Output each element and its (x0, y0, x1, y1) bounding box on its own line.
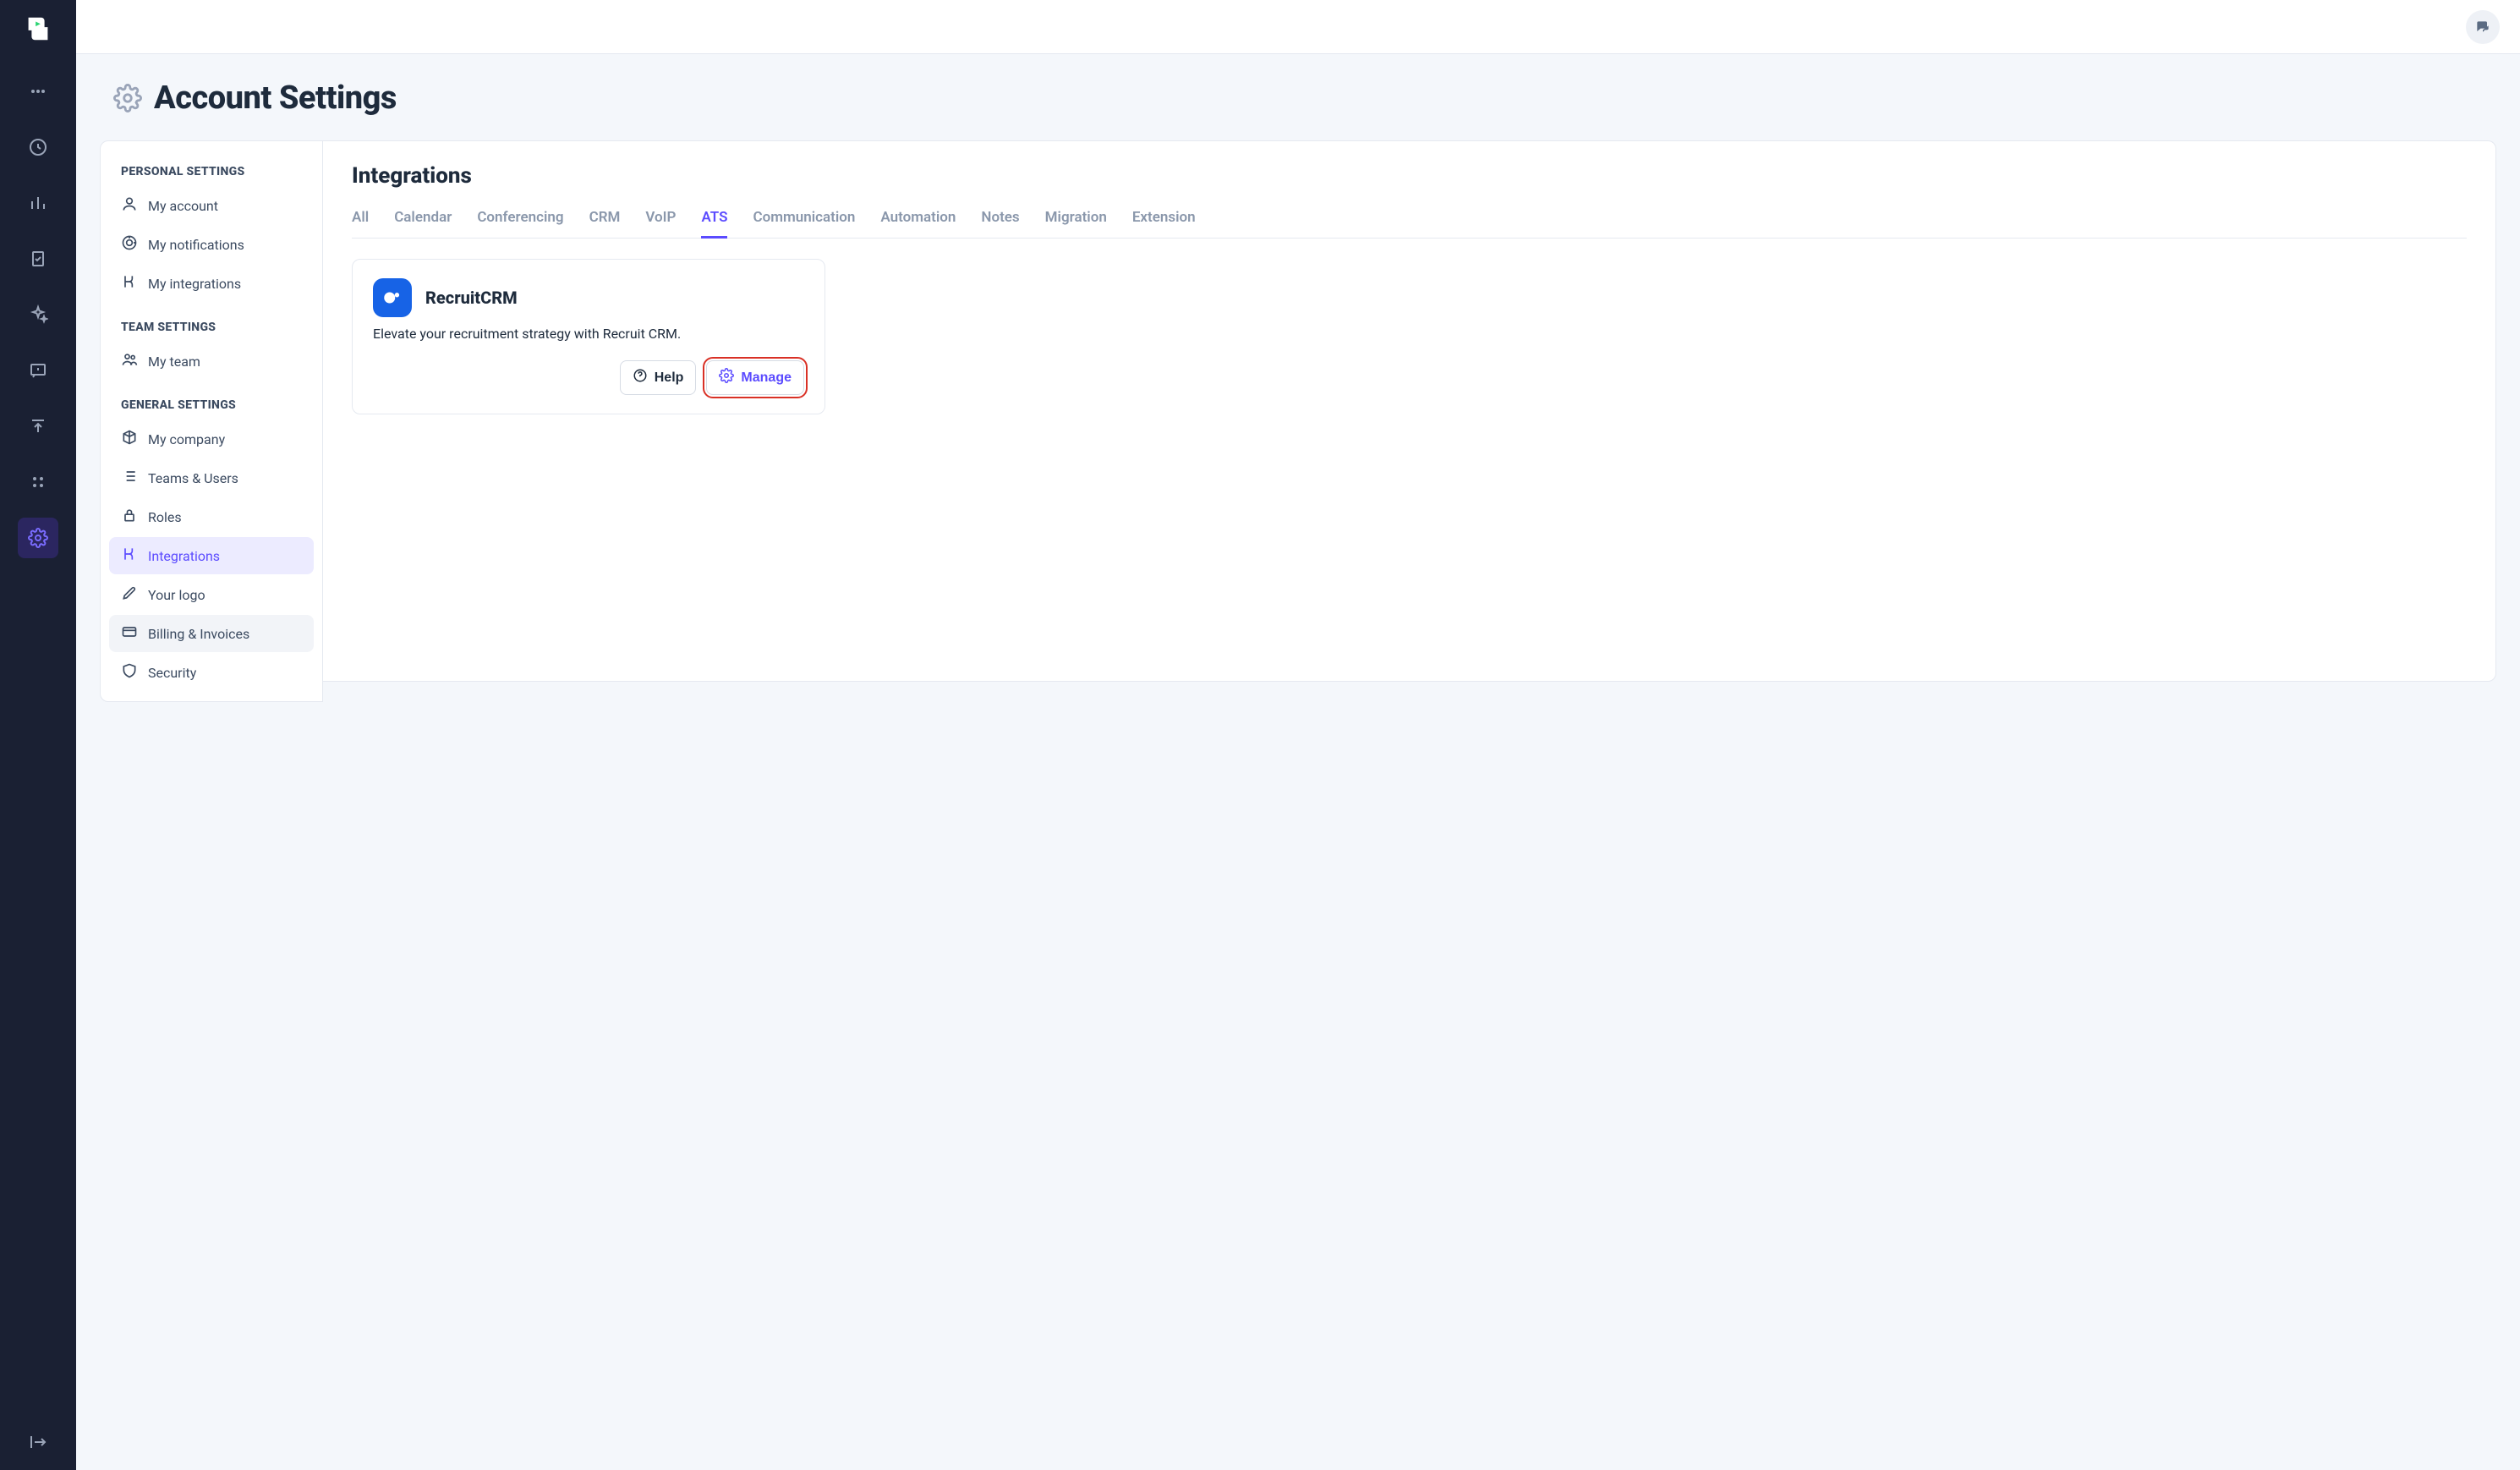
settings-sidebar: PERSONAL SETTINGS My account My notificati… (100, 140, 323, 702)
branch-icon (121, 546, 138, 566)
branch-icon (121, 273, 138, 293)
rail-analytics-icon[interactable] (18, 183, 58, 223)
sidebar-item-my-integrations[interactable]: My integrations (109, 265, 314, 302)
sidebar-item-roles[interactable]: Roles (109, 498, 314, 535)
target-icon (121, 234, 138, 255)
list-icon (121, 468, 138, 488)
sidebar-item-label: Teams & Users (148, 470, 238, 486)
app-logo[interactable] (19, 10, 57, 47)
rail-apps-icon[interactable] (18, 462, 58, 502)
cube-icon (121, 429, 138, 449)
sidebar-item-my-account[interactable]: My account (109, 187, 314, 224)
manage-button[interactable]: Manage (706, 360, 804, 395)
rail-upload-icon[interactable] (18, 406, 58, 447)
nav-section-title: TEAM SETTINGS (109, 315, 314, 343)
integration-title: RecruitCRM (425, 288, 518, 308)
tab-migration[interactable]: Migration (1045, 204, 1107, 239)
sidebar-item-label: Security (148, 665, 196, 681)
rail-clipboard-icon[interactable] (18, 239, 58, 279)
icon-rail (0, 0, 76, 1470)
recruitcrm-logo-icon (373, 278, 412, 317)
sidebar-item-your-logo[interactable]: Your logo (109, 576, 314, 613)
sidebar-item-label: My notifications (148, 237, 244, 253)
sidebar-item-label: My account (148, 198, 218, 214)
integration-card: RecruitCRM Elevate your recruitment stra… (352, 259, 825, 414)
integration-tabs: All Calendar Conferencing CRM VoIP ATS Communi… (352, 204, 2467, 239)
rail-feedback-icon[interactable] (18, 350, 58, 391)
sidebar-item-label: My company (148, 431, 225, 447)
manage-label: Manage (741, 370, 792, 386)
rail-collapse-icon[interactable] (18, 1429, 58, 1470)
sidebar-item-label: Billing & Invoices (148, 626, 249, 642)
panel-title: Integrations (352, 163, 2467, 189)
rail-clock-icon[interactable] (18, 127, 58, 167)
lock-icon (121, 507, 138, 527)
pencil-icon (121, 584, 138, 605)
tab-communication[interactable]: Communication (753, 204, 855, 239)
sidebar-item-label: Your logo (148, 587, 205, 603)
tab-crm[interactable]: CRM (589, 204, 621, 239)
sidebar-item-billing[interactable]: Billing & Invoices (109, 615, 314, 652)
user-icon (121, 195, 138, 216)
nav-section-title: PERSONAL SETTINGS (109, 160, 314, 187)
integration-description: Elevate your recruitment strategy with R… (373, 326, 804, 342)
rail-settings-icon[interactable] (18, 518, 58, 558)
sidebar-item-teams-users[interactable]: Teams & Users (109, 459, 314, 496)
chat-button[interactable] (2466, 10, 2500, 44)
help-button[interactable]: Help (620, 360, 697, 395)
sidebar-item-label: My team (148, 354, 200, 370)
gear-icon (113, 84, 142, 112)
card-icon (121, 623, 138, 644)
tab-notes[interactable]: Notes (981, 204, 1019, 239)
tab-all[interactable]: All (352, 204, 369, 239)
sidebar-item-label: Integrations (148, 548, 220, 564)
tab-voip[interactable]: VoIP (645, 204, 676, 239)
tab-calendar[interactable]: Calendar (394, 204, 452, 239)
topbar (76, 0, 2520, 54)
sidebar-item-label: Roles (148, 509, 182, 525)
tab-automation[interactable]: Automation (880, 204, 956, 239)
tab-extension[interactable]: Extension (1132, 204, 1196, 239)
sidebar-item-my-company[interactable]: My company (109, 420, 314, 458)
integrations-panel: Integrations All Calendar Conferencing CRM V… (323, 140, 2496, 682)
help-icon (633, 368, 648, 387)
rail-sparkle-icon[interactable] (18, 294, 58, 335)
page-header: Account Settings (76, 54, 2520, 140)
page-title: Account Settings (154, 80, 397, 117)
team-icon (121, 351, 138, 371)
sidebar-item-security[interactable]: Security (109, 654, 314, 691)
sidebar-item-my-team[interactable]: My team (109, 343, 314, 380)
help-label: Help (655, 370, 684, 386)
tab-ats[interactable]: ATS (701, 204, 727, 239)
gear-icon (719, 368, 734, 387)
shield-icon (121, 662, 138, 683)
nav-section-title: GENERAL SETTINGS (109, 393, 314, 420)
rail-more-icon[interactable] (18, 71, 58, 112)
main-area: Account Settings PERSONAL SETTINGS My acc… (76, 0, 2520, 1470)
sidebar-item-label: My integrations (148, 276, 241, 292)
sidebar-item-integrations[interactable]: Integrations (109, 537, 314, 574)
tab-conferencing[interactable]: Conferencing (477, 204, 563, 239)
sidebar-item-my-notifications[interactable]: My notifications (109, 226, 314, 263)
